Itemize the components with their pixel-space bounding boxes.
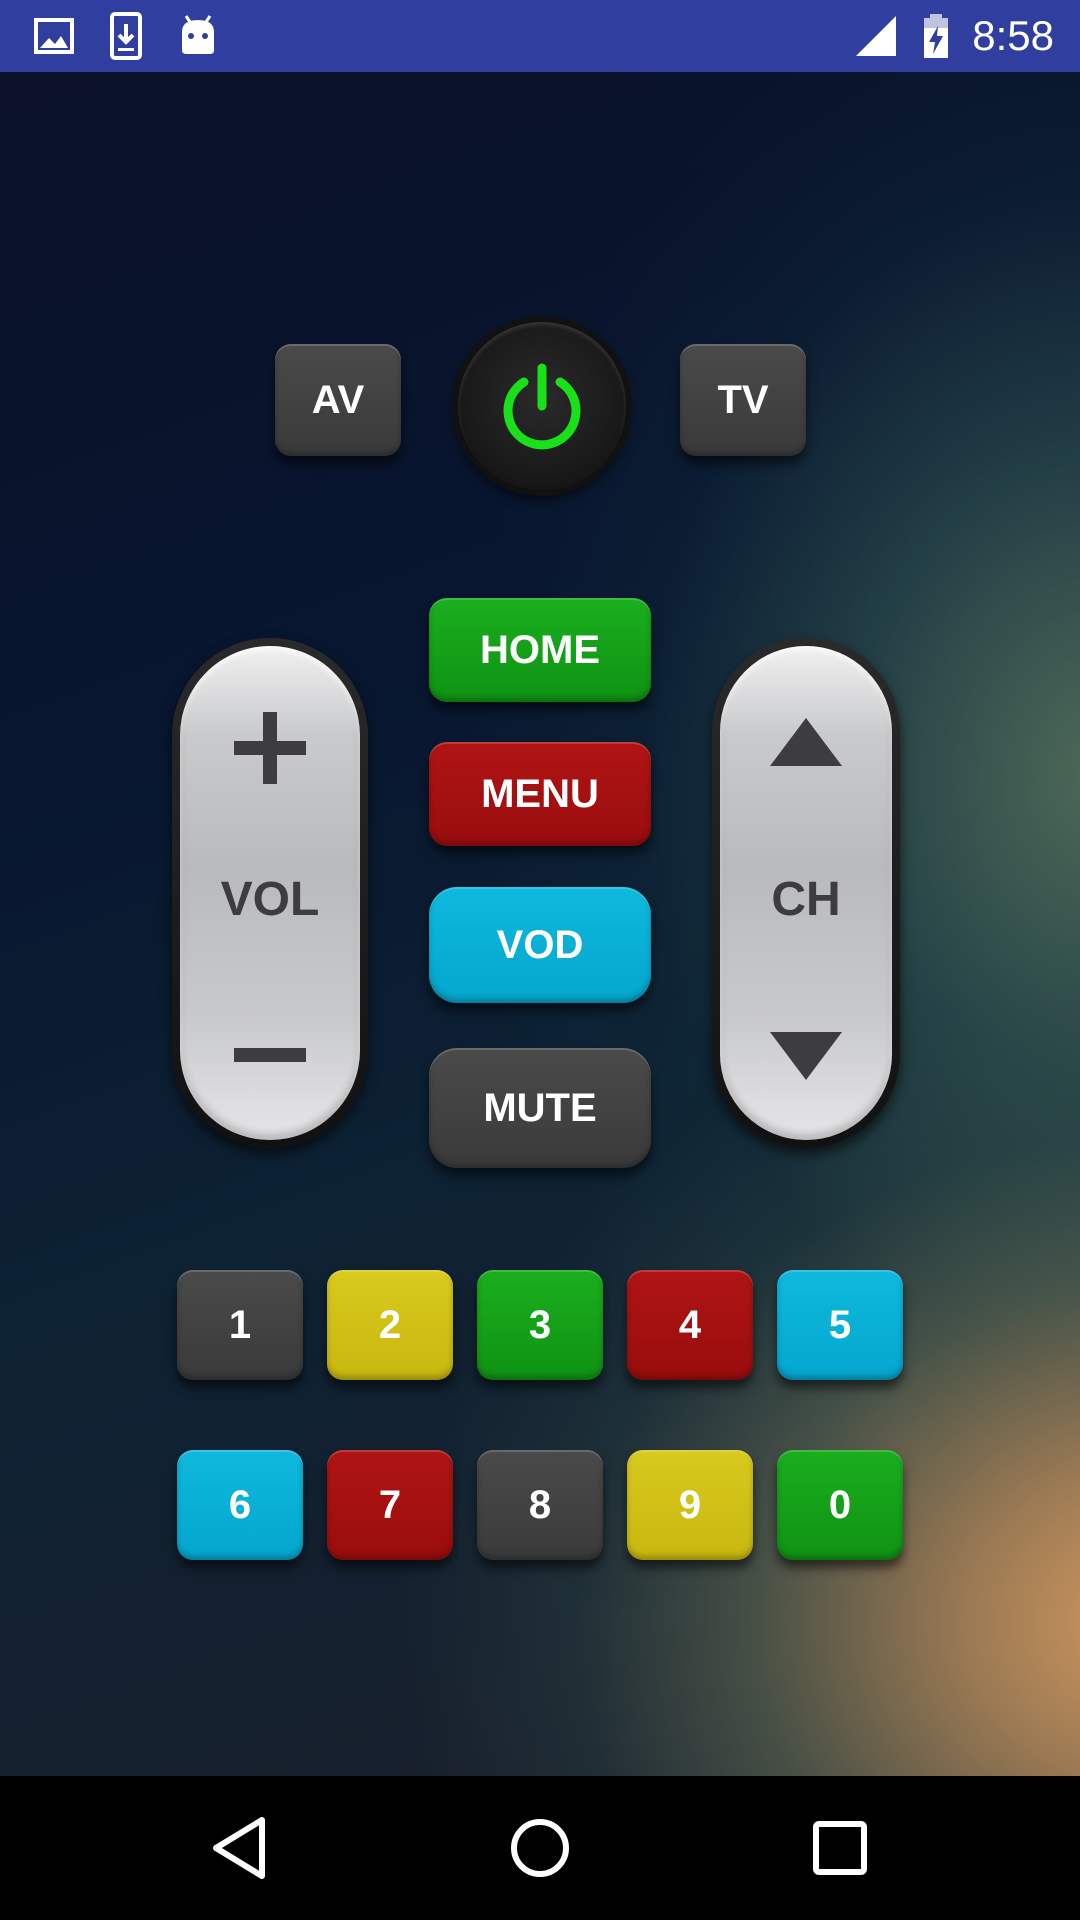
volume-up-button[interactable] (230, 708, 310, 793)
vod-button[interactable]: VOD (429, 887, 651, 1003)
number-6-button[interactable]: 6 (177, 1450, 303, 1560)
navigation-bar (0, 1776, 1080, 1920)
number-4-button[interactable]: 4 (627, 1270, 753, 1380)
number-3-button[interactable]: 3 (477, 1270, 603, 1380)
number-0-label: 0 (828, 1482, 852, 1527)
number-2-label: 2 (378, 1302, 402, 1347)
number-6-label: 6 (228, 1482, 252, 1527)
home-button[interactable]: HOME (429, 598, 651, 702)
home-circle-icon[interactable] (504, 1812, 576, 1884)
number-5-label: 5 (828, 1302, 852, 1347)
volume-rocker: VOL (172, 638, 368, 1148)
number-7-button[interactable]: 7 (327, 1450, 453, 1560)
channel-up-button[interactable] (766, 714, 846, 775)
number-3-label: 3 (528, 1302, 552, 1347)
vod-button-label: VOD (496, 922, 584, 967)
av-button-label: AV (311, 377, 365, 422)
number-1-label: 1 (228, 1302, 252, 1347)
number-8-button[interactable]: 8 (477, 1450, 603, 1560)
android-icon (182, 15, 214, 54)
volume-down-button[interactable] (230, 1040, 310, 1075)
mute-button[interactable]: MUTE (429, 1048, 651, 1168)
number-1-button[interactable]: 1 (177, 1270, 303, 1380)
battery-charging-icon (924, 14, 948, 58)
back-triangle-icon[interactable] (204, 1812, 276, 1884)
number-2-button[interactable]: 2 (327, 1270, 453, 1380)
power-icon (503, 363, 581, 450)
av-button[interactable]: AV (275, 344, 401, 456)
image-icon (34, 18, 74, 54)
minus-icon (234, 1048, 306, 1062)
status-clock: 8:58 (972, 12, 1054, 59)
number-0-button[interactable]: 0 (777, 1450, 903, 1560)
number-9-button[interactable]: 9 (627, 1450, 753, 1560)
mute-button-label: MUTE (483, 1085, 597, 1130)
tv-button[interactable]: TV (680, 344, 806, 456)
status-bar: 8:58 (0, 0, 1080, 72)
download-icon (110, 12, 142, 60)
number-8-label: 8 (528, 1482, 552, 1527)
number-5-button[interactable]: 5 (777, 1270, 903, 1380)
channel-label: CH (771, 873, 841, 926)
number-4-label: 4 (678, 1302, 702, 1347)
menu-button-label: MENU (481, 771, 599, 816)
plus-icon (234, 712, 306, 784)
number-7-label: 7 (378, 1482, 402, 1527)
home-button-label: HOME (480, 627, 600, 672)
menu-button[interactable]: MENU (429, 742, 651, 846)
power-button[interactable] (458, 322, 626, 490)
remote-panel: AV TV VOL CH HOME MENU VOD MUTE 1 2 3 4 … (0, 72, 1080, 1776)
volume-label: VOL (220, 873, 320, 926)
signal-icon (856, 16, 896, 56)
number-9-label: 9 (678, 1482, 702, 1527)
triangle-down-icon (770, 1032, 842, 1080)
triangle-up-icon (770, 718, 842, 766)
channel-rocker: CH (712, 638, 900, 1148)
channel-down-button[interactable] (766, 1028, 846, 1089)
recents-square-icon[interactable] (804, 1812, 876, 1884)
tv-button-label: TV (717, 377, 769, 422)
